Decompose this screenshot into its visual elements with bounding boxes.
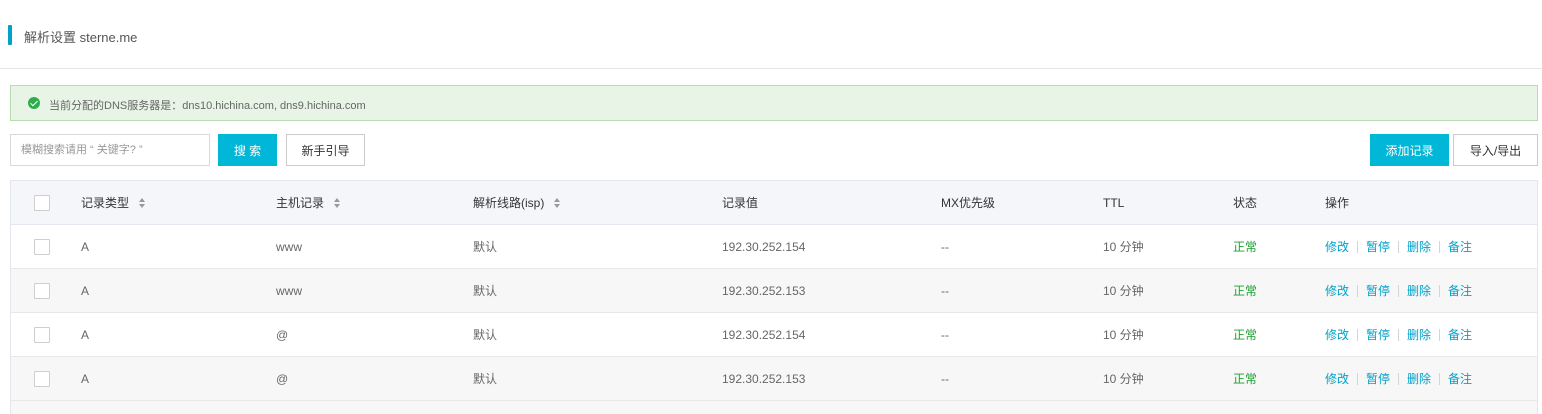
record-ttl: 10 分钟 [1103,240,1144,254]
divider [1357,240,1359,253]
sort-icon[interactable] [139,197,146,208]
dns-server-text: 当前分配的DNS服务器是：dns10.hichina.com, dns9.hic… [49,100,366,112]
column-header-type-label: 记录类型 [81,196,130,210]
row-checkbox[interactable] [34,326,50,343]
column-header-line[interactable]: 解析线路(isp) [473,181,561,224]
record-value: 192.30.252.154 [722,239,806,254]
table-row: A www 默认 192.30.252.153 -- 10 分钟 正常 修改 暂… [11,269,1537,313]
row-actions: 修改 暂停 删除 备注 [1325,269,1472,312]
status-badge: 正常 [1233,284,1258,298]
table-row: A www 默认 192.30.252.154 -- 10 分钟 正常 修改 暂… [11,225,1537,269]
record-line: 默认 [473,284,498,298]
table-header-row: 记录类型 主机记录 解析线路(isp) 记录值 MX优先级 TTL 状态 操作 [11,181,1537,225]
edit-link[interactable]: 修改 [1325,282,1349,299]
pause-link[interactable]: 暂停 [1366,238,1390,255]
note-link[interactable]: 备注 [1448,282,1472,299]
record-host: @ [276,327,289,342]
sort-icon[interactable] [334,197,341,208]
column-header-host-label: 主机记录 [276,196,325,210]
edit-link[interactable]: 修改 [1325,238,1349,255]
pause-link[interactable]: 暂停 [1366,282,1390,299]
record-value: 192.30.252.154 [722,327,806,342]
note-link[interactable]: 备注 [1448,370,1472,387]
status-badge: 正常 [1233,240,1258,254]
record-line: 默认 [473,328,498,342]
import-export-button[interactable]: 导入/导出 [1453,134,1538,166]
divider [1357,284,1359,297]
record-host: www [276,239,302,254]
record-host: @ [276,371,289,386]
record-type: A [81,371,90,386]
pause-link[interactable]: 暂停 [1366,326,1390,343]
record-ttl: 10 分钟 [1103,372,1144,386]
divider [1357,328,1359,341]
column-header-type[interactable]: 记录类型 [81,181,146,224]
page-header: 解析设置 sterne.me [0,0,1542,69]
search-button[interactable]: 搜 索 [218,134,277,166]
record-value: 192.30.252.153 [722,283,806,298]
record-mx: -- [941,239,949,254]
record-mx: -- [941,327,949,342]
column-header-ttl: TTL [1103,195,1125,210]
row-actions: 修改 暂停 删除 备注 [1325,225,1472,268]
divider [1439,372,1441,385]
add-record-button[interactable]: 添加记录 [1370,134,1449,166]
record-ttl: 10 分钟 [1103,284,1144,298]
delete-link[interactable]: 删除 [1407,326,1431,343]
table-row-partial [11,401,1537,414]
record-type: A [81,239,90,254]
status-badge: 正常 [1233,328,1258,342]
divider [1357,372,1359,385]
divider [1439,284,1441,297]
sort-icon[interactable] [554,197,561,208]
record-line: 默认 [473,372,498,386]
edit-link[interactable]: 修改 [1325,326,1349,343]
column-header-value: 记录值 [722,196,759,210]
divider [1398,240,1400,253]
table-row: A @ 默认 192.30.252.154 -- 10 分钟 正常 修改 暂停 … [11,313,1537,357]
dns-server-alert: 当前分配的DNS服务器是：dns10.hichina.com, dns9.hic… [10,85,1538,121]
record-value: 192.30.252.153 [722,371,806,386]
check-circle-icon [28,97,40,109]
column-header-mx: MX优先级 [941,196,996,210]
record-host: www [276,283,302,298]
title-accent-bar [8,25,12,45]
note-link[interactable]: 备注 [1448,238,1472,255]
record-line: 默认 [473,240,498,254]
delete-link[interactable]: 删除 [1407,282,1431,299]
column-header-host[interactable]: 主机记录 [276,181,341,224]
row-checkbox[interactable] [34,370,50,387]
record-type: A [81,327,90,342]
delete-link[interactable]: 删除 [1407,238,1431,255]
beginner-guide-button[interactable]: 新手引导 [286,134,365,166]
select-all-checkbox[interactable] [34,194,50,211]
delete-link[interactable]: 删除 [1407,370,1431,387]
divider [1439,240,1441,253]
row-checkbox[interactable] [34,282,50,299]
divider [1398,284,1400,297]
divider [1439,328,1441,341]
record-type: A [81,283,90,298]
status-badge: 正常 [1233,372,1258,386]
note-link[interactable]: 备注 [1448,326,1472,343]
table-row: A @ 默认 192.30.252.153 -- 10 分钟 正常 修改 暂停 … [11,357,1537,401]
row-checkbox[interactable] [34,238,50,255]
row-actions: 修改 暂停 删除 备注 [1325,313,1472,356]
divider [1398,372,1400,385]
search-input[interactable] [10,134,210,166]
column-header-status: 状态 [1233,196,1258,210]
divider [1398,328,1400,341]
page-title: 解析设置 sterne.me [24,30,138,45]
record-ttl: 10 分钟 [1103,328,1144,342]
edit-link[interactable]: 修改 [1325,370,1349,387]
pause-link[interactable]: 暂停 [1366,370,1390,387]
row-actions: 修改 暂停 删除 备注 [1325,357,1472,400]
dns-records-table: 记录类型 主机记录 解析线路(isp) 记录值 MX优先级 TTL 状态 操作 … [10,180,1538,414]
column-header-actions: 操作 [1325,196,1350,210]
record-mx: -- [941,283,949,298]
column-header-line-label: 解析线路(isp) [473,196,545,210]
record-mx: -- [941,371,949,386]
